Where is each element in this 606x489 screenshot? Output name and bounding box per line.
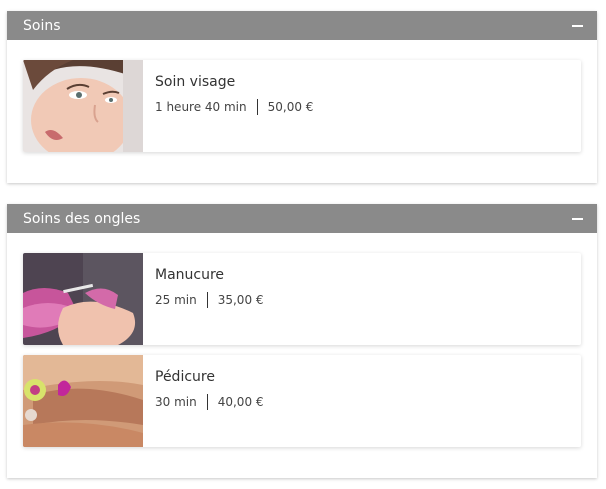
service-name: Pédicure (155, 369, 215, 385)
meta-divider (256, 99, 258, 115)
service-card-manucure[interactable]: Manucure 25 min 35,00 € (23, 253, 581, 345)
service-duration: 25 min (155, 293, 197, 307)
service-card-pedicure[interactable]: Pédicure 30 min 40,00 € (23, 355, 581, 447)
service-price: 35,00 € (217, 293, 264, 307)
category-section-soins-des-ongles: Soins des ongles Manucure 25 min 35,00 €… (7, 204, 597, 478)
minus-icon[interactable] (572, 24, 583, 27)
meta-divider (206, 292, 208, 308)
category-title: Soins (23, 17, 61, 34)
service-duration: 1 heure 40 min (155, 100, 247, 114)
minus-icon[interactable] (572, 217, 583, 220)
service-name: Manucure (155, 267, 225, 283)
category-title: Soins des ongles (23, 210, 141, 227)
category-header[interactable]: Soins (7, 11, 597, 40)
face-portrait-photo (23, 60, 143, 152)
service-card-soin-visage[interactable]: Soin visage 1 heure 40 min 50,00 € (23, 60, 581, 152)
service-price: 50,00 € (267, 100, 314, 114)
category-section-soins: Soins Soin visage 1 heure 40 min 50,00 € (7, 11, 597, 183)
manicure-photo (23, 253, 143, 345)
meta-divider (206, 394, 208, 410)
pedicure-photo (23, 355, 143, 447)
category-header[interactable]: Soins des ongles (7, 204, 597, 233)
service-price: 40,00 € (217, 395, 264, 409)
service-duration: 30 min (155, 395, 197, 409)
service-name: Soin visage (155, 74, 236, 90)
